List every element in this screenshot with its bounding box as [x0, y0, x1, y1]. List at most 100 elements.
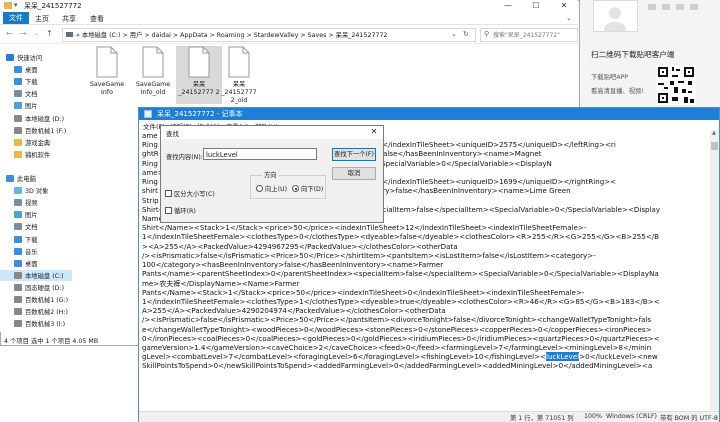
file-item[interactable]: 呆呆 _24152777 2_old	[216, 46, 262, 105]
quick-access-arrow-icon[interactable]: ▾	[14, 1, 18, 9]
maximize-button[interactable]: ☐	[522, 0, 550, 12]
direction-up-label[interactable]: 向上(U)	[265, 184, 287, 193]
sidebar-item-label: 3D 对象	[25, 188, 49, 196]
text-line: SkillPointsToSpend>0</newSkillPointsToSp…	[142, 361, 653, 371]
find-close-button[interactable]: ✕	[366, 126, 382, 138]
sidebar-item[interactable]: 3D 对象	[0, 185, 72, 197]
direction-down-label[interactable]: 向下(D)	[301, 184, 323, 193]
document-icon	[14, 90, 22, 98]
qr-code[interactable]	[656, 65, 696, 105]
sidebar-item[interactable]: 捕机软件	[0, 149, 72, 161]
sidebar-item[interactable]: 此电脑	[0, 173, 72, 185]
desktop-icon	[14, 66, 22, 74]
sidebar-item[interactable]: 桌面	[0, 258, 72, 270]
sidebar-item-label: 桌面	[25, 67, 38, 75]
breadcrumb-item[interactable]: Roaming	[217, 32, 245, 39]
sidebar-item[interactable]: 下载	[0, 76, 72, 88]
breadcrumb-item[interactable]: «	[76, 32, 80, 39]
sidebar-item-label: 视频	[25, 200, 38, 208]
sidebar-item-label: 游戏金典	[25, 139, 51, 147]
sidebar-item-label: 文档	[25, 224, 38, 232]
up-arrow-icon[interactable]: ↑	[46, 29, 53, 38]
encoding: 带有 BOM 的 UTF-8	[660, 415, 718, 422]
sidebar-item[interactable]: 百数机械2 (H:)	[0, 306, 72, 318]
tab-view[interactable]: 查看	[90, 14, 104, 24]
sidebar-item[interactable]: 图片	[0, 100, 72, 112]
tab-share[interactable]: 共享	[62, 14, 76, 24]
breadcrumb-item[interactable]: Saves	[308, 32, 327, 39]
direction-label: 方向	[262, 170, 279, 179]
find-title: 查找	[166, 130, 179, 138]
sidebar-item[interactable]: 固态硬盘 (D:)	[0, 282, 72, 294]
address-dropdown-icon[interactable]: ⌄	[451, 30, 457, 38]
cancel-button[interactable]: 取消	[332, 167, 376, 180]
text-line: Pants</Name><Stack>1</Stack><price>50</p…	[142, 287, 585, 297]
breadcrumb-item[interactable]: 呆呆_241527772	[336, 32, 388, 39]
find-titlebar[interactable]	[161, 126, 383, 139]
explorer-titlebar[interactable]: ▾	[0, 0, 578, 12]
minimize-button[interactable]: —	[494, 0, 522, 12]
avatar	[604, 7, 626, 31]
tool-icon[interactable]	[690, 4, 698, 10]
sidebar-item-label: 百数机械1 (F:)	[25, 127, 67, 135]
drive-icon	[14, 320, 22, 328]
breadcrumb-item[interactable]: daidai	[152, 32, 171, 39]
sidebar-item-label: 百数机械2 (H:)	[25, 309, 68, 317]
sidebar-item[interactable]: 音乐	[0, 246, 72, 258]
breadcrumb-item[interactable]: 用户	[130, 32, 143, 39]
sidebar-item[interactable]: 快速访问	[0, 52, 72, 64]
match-case-checkbox[interactable]	[165, 190, 172, 197]
direction-down-radio[interactable]	[292, 185, 299, 192]
address-bar[interactable]: « 本地磁盘 (C:) > 用户 > daidai > AppData > Ro…	[62, 28, 476, 42]
sidebar-item[interactable]: 文档	[0, 88, 72, 100]
sidebar-item[interactable]: 百数机械3 (I:)	[0, 318, 72, 330]
sidebar-item[interactable]: 下载	[0, 234, 72, 246]
sidebar-item-label: 文档	[25, 91, 38, 99]
breadcrumb-item[interactable]: StardewValley	[254, 32, 299, 39]
breadcrumb-item[interactable]: 本地磁盘 (C:)	[82, 32, 121, 39]
sidebar-item[interactable]: 文档	[0, 221, 72, 233]
sidebar-item[interactable]: 本地磁盘 (C:)	[0, 269, 72, 282]
cube-icon	[14, 187, 22, 195]
drive-icon	[14, 283, 22, 291]
sidebar-item[interactable]: 百数机械1 (G:)	[0, 294, 72, 306]
sidebar-item[interactable]: 本地磁盘 (D:)	[0, 113, 72, 125]
breadcrumb-item[interactable]: AppData	[180, 32, 207, 39]
scroll-up-icon[interactable]: ▲	[712, 130, 716, 136]
recent-locations-icon[interactable]: ⌄	[34, 30, 39, 37]
zoom-level: 100%	[584, 413, 603, 420]
direction-up-radio[interactable]	[256, 185, 263, 192]
vertical-scrollbar[interactable]: ▲	[710, 130, 719, 410]
text-line: 1</indexInTileSheetFemale><clothesType>0…	[142, 232, 659, 242]
text-line: 100</category><hasBeenInInventory>false<…	[142, 260, 444, 270]
wrap-around-checkbox[interactable]	[165, 207, 172, 214]
sidebar-item[interactable]: 图片	[0, 209, 72, 221]
tool-icon[interactable]	[676, 4, 684, 10]
match-case-label[interactable]: 区分大小写(C)	[174, 189, 215, 198]
find-next-button[interactable]: 查找下一个(F)	[332, 148, 376, 161]
file-item[interactable]: SaveGame Info_old	[130, 46, 176, 97]
scroll-thumb[interactable]	[711, 142, 718, 150]
file-name: 呆呆 _24152777 2_old	[221, 81, 257, 104]
close-button[interactable]: ✕	[550, 0, 578, 12]
sidebar-item[interactable]: 游戏金典	[0, 137, 72, 149]
tool-icon[interactable]	[648, 4, 656, 10]
ribbon-expand-icon[interactable]: ⌄	[566, 14, 572, 22]
forward-arrow-icon[interactable]: →	[20, 29, 27, 38]
wrap-around-label[interactable]: 循环(R)	[174, 206, 196, 215]
tool-icon[interactable]	[662, 4, 670, 10]
drive-icon	[14, 126, 22, 134]
refresh-icon[interactable]: ↻	[463, 30, 469, 38]
back-arrow-icon[interactable]: ←	[6, 29, 13, 38]
file-icon	[140, 46, 166, 78]
sidebar-item[interactable]: 百数机械1 (F:)	[0, 125, 72, 137]
file-item[interactable]: SaveGame Info	[84, 46, 130, 97]
notepad-icon	[144, 110, 152, 118]
sidebar-item[interactable]: 桌面	[0, 64, 72, 76]
find-what-input[interactable]: luckLevel	[203, 148, 317, 160]
tab-file[interactable]: 文件	[3, 12, 29, 24]
desktop-icon	[14, 259, 22, 267]
sidebar-item[interactable]: 视频	[0, 197, 72, 209]
tab-home[interactable]: 主页	[35, 14, 49, 24]
search-input[interactable]: ⚲ 搜索"呆呆_241527772"	[480, 28, 578, 42]
